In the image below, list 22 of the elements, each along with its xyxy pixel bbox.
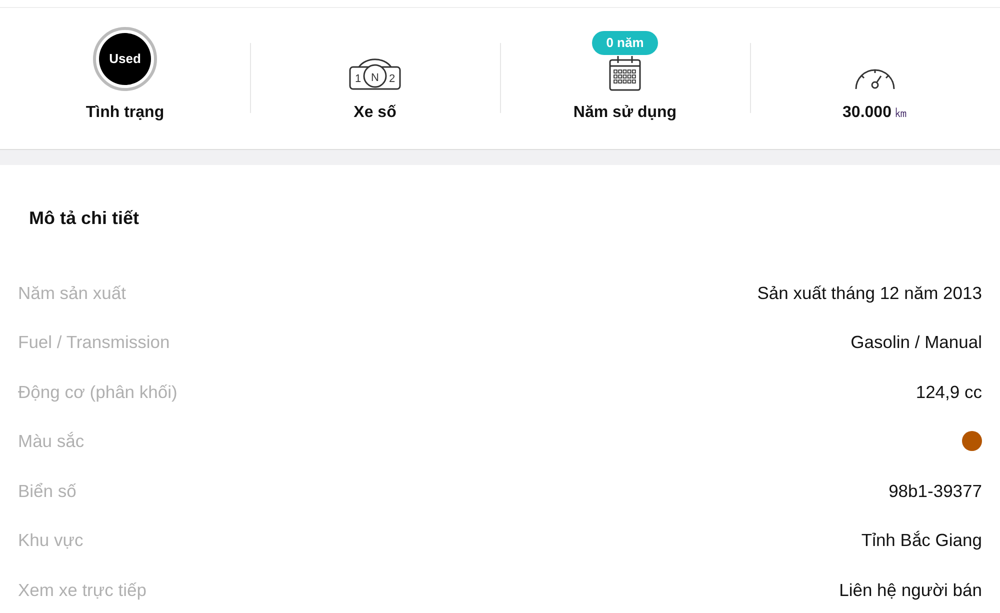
detail-value: Sản xuất tháng 12 năm 2013: [757, 282, 982, 305]
detail-value: 98b1-39377: [888, 480, 982, 503]
detail-label: Động cơ (phân khối): [18, 380, 178, 404]
detail-value: Tỉnh Bắc Giang: [861, 529, 982, 552]
detail-value: 124,9 cc: [916, 380, 982, 404]
detail-label: Biển số: [18, 480, 76, 503]
section-title: Mô tả chi tiết: [28, 207, 140, 230]
overview-label: Năm sử dụng: [573, 103, 677, 123]
detail-value: Liên hệ người bán: [839, 578, 982, 602]
detail-label: Xem xe trực tiếp: [18, 578, 146, 602]
detail-value: Gasolin / Manual: [850, 331, 982, 354]
calendar-icon: [608, 55, 642, 91]
unit-text: ㎞: [894, 105, 908, 120]
years-badge: 0 năm: [592, 31, 658, 54]
status-badge: Used: [99, 33, 151, 85]
detail-label: Năm sản xuất: [18, 282, 126, 305]
detail-label: Fuel / Transmission: [18, 331, 170, 354]
mileage-value: 30.000: [842, 104, 892, 121]
detail-label: Khu vực: [18, 529, 84, 552]
overview-label: Xe số: [354, 103, 396, 123]
overview-label: Tình trạng: [86, 103, 164, 123]
detail-label: Màu sắc: [18, 430, 84, 454]
